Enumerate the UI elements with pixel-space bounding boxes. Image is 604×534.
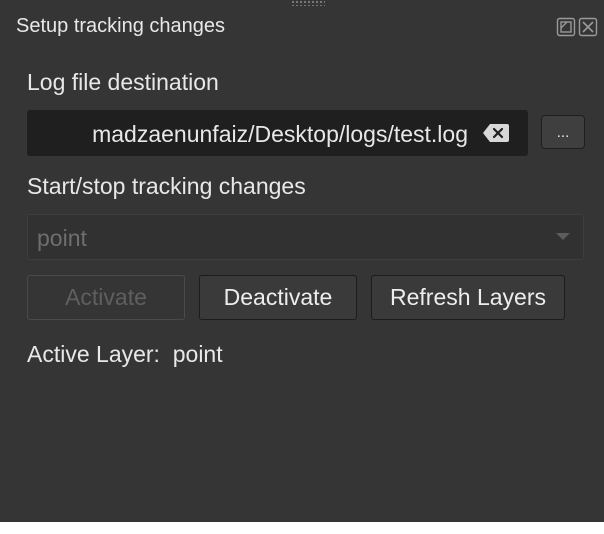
log-path-value: madzaenunfaiz/Desktop/logs/test.log: [92, 121, 468, 147]
dock-title: Setup tracking changes: [16, 15, 226, 37]
tracking-dock-panel: Setup tracking changes Log file destinat…: [0, 0, 604, 522]
close-icon[interactable]: [578, 17, 598, 37]
clear-input-icon[interactable]: [482, 122, 510, 144]
float-dock-icon[interactable]: [556, 17, 576, 37]
browse-file-button[interactable]: ...: [541, 115, 585, 149]
dock-title-buttons: [556, 17, 598, 37]
active-layer-label: Active Layer:: [27, 341, 160, 367]
active-layer-value: point: [172, 341, 223, 367]
deactivate-button[interactable]: Deactivate: [199, 275, 357, 320]
refresh-layers-button[interactable]: Refresh Layers: [371, 275, 565, 320]
tracking-section-label: Start/stop tracking changes: [27, 173, 306, 199]
active-layer-status: Active Layer: point: [27, 341, 223, 368]
drag-grip-handle[interactable]: [291, 0, 325, 6]
activate-button[interactable]: Activate: [27, 275, 185, 320]
log-destination-label: Log file destination: [27, 69, 219, 95]
chevron-down-icon: [556, 233, 570, 240]
log-path-input[interactable]: madzaenunfaiz/Desktop/logs/test.log: [27, 110, 528, 156]
layer-select-value: point: [37, 225, 87, 251]
layer-select[interactable]: point: [27, 214, 584, 260]
